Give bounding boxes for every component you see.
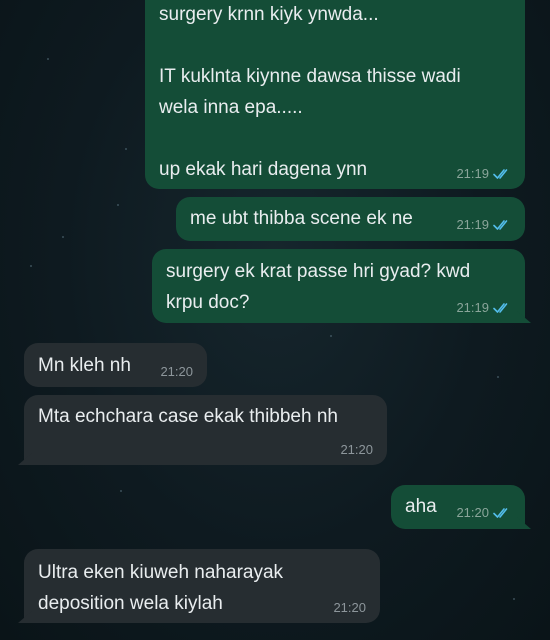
- message-outgoing[interactable]: me ubt thibba scene ek ne 21:19: [176, 197, 525, 241]
- read-ticks-icon: [493, 220, 508, 230]
- message-incoming[interactable]: Mn kleh nh 21:20: [24, 343, 207, 387]
- message-meta: 21:20: [456, 505, 511, 521]
- message-text: Ultra eken kiuweh naharayak deposition w…: [38, 562, 284, 614]
- message-time: 21:20: [340, 442, 373, 457]
- message-outgoing[interactable]: surgery ek krat passe hri gyad? kwd krpu…: [152, 249, 531, 323]
- message-meta: 21:20: [340, 442, 373, 458]
- message-meta: 21:19: [456, 217, 511, 233]
- message-meta: 21:19: [456, 166, 511, 182]
- read-ticks-icon: [493, 508, 508, 518]
- message-meta: 21:19: [456, 300, 511, 316]
- message-meta: 21:20: [333, 600, 366, 616]
- message-incoming[interactable]: Ultra eken kiuweh naharayak deposition w…: [18, 549, 380, 623]
- message-incoming[interactable]: Mta echchara case ekak thibbeh nh 21:20: [18, 395, 387, 465]
- read-ticks-icon: [493, 303, 508, 313]
- bubble-tail: [18, 611, 32, 623]
- message-time: 21:20: [333, 600, 366, 615]
- message-time: 21:20: [160, 364, 193, 379]
- message-outgoing[interactable]: surgery krnn kiyk ynwda... IT kuklnta ki…: [145, 0, 525, 189]
- message-text: surgery krnn kiyk ynwda... IT kuklnta ki…: [159, 4, 461, 180]
- message-time: 21:19: [456, 300, 489, 315]
- bubble-tail: [517, 311, 531, 323]
- bubble-tail: [517, 517, 531, 529]
- message-time: 21:19: [456, 217, 489, 232]
- read-ticks-icon: [493, 169, 508, 179]
- message-text: Mta echchara case ekak thibbeh nh: [38, 406, 338, 427]
- message-outgoing[interactable]: aha 21:20: [391, 485, 531, 529]
- message-time: 21:20: [456, 505, 489, 520]
- message-time: 21:19: [456, 166, 489, 181]
- message-meta: 21:20: [160, 364, 193, 380]
- bubble-tail: [18, 453, 32, 465]
